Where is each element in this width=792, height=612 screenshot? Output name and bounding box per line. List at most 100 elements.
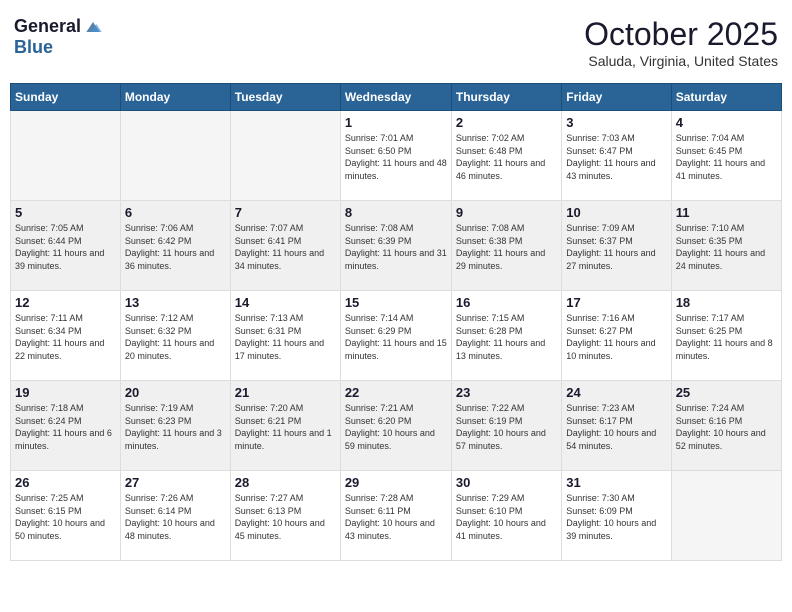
day-number: 25 [676, 385, 777, 400]
day-info: Sunrise: 7:15 AM Sunset: 6:28 PM Dayligh… [456, 312, 557, 362]
col-sunday: Sunday [11, 84, 121, 111]
day-info: Sunrise: 7:05 AM Sunset: 6:44 PM Dayligh… [15, 222, 116, 272]
day-number: 31 [566, 475, 666, 490]
table-row [671, 471, 781, 561]
day-number: 30 [456, 475, 557, 490]
day-number: 3 [566, 115, 666, 130]
day-info: Sunrise: 7:26 AM Sunset: 6:14 PM Dayligh… [125, 492, 226, 542]
day-number: 2 [456, 115, 557, 130]
day-info: Sunrise: 7:17 AM Sunset: 6:25 PM Dayligh… [676, 312, 777, 362]
day-info: Sunrise: 7:08 AM Sunset: 6:39 PM Dayligh… [345, 222, 447, 272]
day-info: Sunrise: 7:19 AM Sunset: 6:23 PM Dayligh… [125, 402, 226, 452]
calendar-week-row: 12 Sunrise: 7:11 AM Sunset: 6:34 PM Dayli… [11, 291, 782, 381]
title-section: October 2025 Saluda, Virginia, United St… [584, 16, 778, 69]
day-number: 24 [566, 385, 666, 400]
table-row [230, 111, 340, 201]
day-info: Sunrise: 7:16 AM Sunset: 6:27 PM Dayligh… [566, 312, 666, 362]
table-row: 9Sunrise: 7:08 AM Sunset: 6:38 PM Daylig… [451, 201, 561, 291]
day-number: 4 [676, 115, 777, 130]
day-info: Sunrise: 7:09 AM Sunset: 6:37 PM Dayligh… [566, 222, 666, 272]
logo: General Blue [14, 16, 103, 58]
table-row [120, 111, 230, 201]
day-info: Sunrise: 7:07 AM Sunset: 6:41 PM Dayligh… [235, 222, 336, 272]
day-number: 21 [235, 385, 336, 400]
table-row: 17Sunrise: 7:16 AM Sunset: 6:27 PM Dayli… [562, 291, 671, 381]
day-number: 27 [125, 475, 226, 490]
logo-icon [83, 17, 103, 37]
day-number: 19 [15, 385, 116, 400]
table-row: 6 Sunrise: 7:06 AM Sunset: 6:42 PM Daylig… [120, 201, 230, 291]
calendar-header-row: Sunday Monday Tuesday Wednesday Thursday… [11, 84, 782, 111]
day-number: 6 [125, 205, 226, 220]
day-info: Sunrise: 7:21 AM Sunset: 6:20 PM Dayligh… [345, 402, 447, 452]
calendar-week-row: 26Sunrise: 7:25 AM Sunset: 6:15 PM Dayli… [11, 471, 782, 561]
day-info: Sunrise: 7:08 AM Sunset: 6:38 PM Dayligh… [456, 222, 557, 272]
table-row: 12 Sunrise: 7:11 AM Sunset: 6:34 PM Dayli… [11, 291, 121, 381]
day-info: Sunrise: 7:04 AM Sunset: 6:45 PM Dayligh… [676, 132, 777, 182]
table-row: 22 Sunrise: 7:21 AM Sunset: 6:20 PM Dayli… [340, 381, 451, 471]
day-info: Sunrise: 7:06 AM Sunset: 6:42 PM Dayligh… [125, 222, 226, 272]
table-row: 26Sunrise: 7:25 AM Sunset: 6:15 PM Dayli… [11, 471, 121, 561]
day-number: 15 [345, 295, 447, 310]
table-row: 23 Sunrise: 7:22 AM Sunset: 6:19 PM Dayli… [451, 381, 561, 471]
day-number: 28 [235, 475, 336, 490]
col-tuesday: Tuesday [230, 84, 340, 111]
calendar-week-row: 19 Sunrise: 7:18 AM Sunset: 6:24 PM Dayli… [11, 381, 782, 471]
day-info: Sunrise: 7:18 AM Sunset: 6:24 PM Dayligh… [15, 402, 116, 452]
table-row: 3 Sunrise: 7:03 AM Sunset: 6:47 PM Daylig… [562, 111, 671, 201]
table-row: 11Sunrise: 7:10 AM Sunset: 6:35 PM Dayli… [671, 201, 781, 291]
table-row [11, 111, 121, 201]
day-number: 12 [15, 295, 116, 310]
col-saturday: Saturday [671, 84, 781, 111]
day-info: Sunrise: 7:13 AM Sunset: 6:31 PM Dayligh… [235, 312, 336, 362]
logo-general: General [14, 16, 81, 37]
day-number: 26 [15, 475, 116, 490]
table-row: 16 Sunrise: 7:15 AM Sunset: 6:28 PM Dayli… [451, 291, 561, 381]
table-row: 31Sunrise: 7:30 AM Sunset: 6:09 PM Dayli… [562, 471, 671, 561]
col-friday: Friday [562, 84, 671, 111]
table-row: 13Sunrise: 7:12 AM Sunset: 6:32 PM Dayli… [120, 291, 230, 381]
logo-blue: Blue [14, 37, 53, 58]
table-row: 1 Sunrise: 7:01 AM Sunset: 6:50 PM Daylig… [340, 111, 451, 201]
day-number: 10 [566, 205, 666, 220]
day-info: Sunrise: 7:01 AM Sunset: 6:50 PM Dayligh… [345, 132, 447, 182]
day-number: 29 [345, 475, 447, 490]
table-row: 30Sunrise: 7:29 AM Sunset: 6:10 PM Dayli… [451, 471, 561, 561]
day-info: Sunrise: 7:10 AM Sunset: 6:35 PM Dayligh… [676, 222, 777, 272]
table-row: 4 Sunrise: 7:04 AM Sunset: 6:45 PM Daylig… [671, 111, 781, 201]
table-row: 15 Sunrise: 7:14 AM Sunset: 6:29 PM Dayli… [340, 291, 451, 381]
col-thursday: Thursday [451, 84, 561, 111]
day-info: Sunrise: 7:28 AM Sunset: 6:11 PM Dayligh… [345, 492, 447, 542]
col-wednesday: Wednesday [340, 84, 451, 111]
day-info: Sunrise: 7:20 AM Sunset: 6:21 PM Dayligh… [235, 402, 336, 452]
table-row: 24 Sunrise: 7:23 AM Sunset: 6:17 PM Dayli… [562, 381, 671, 471]
table-row: 28 Sunrise: 7:27 AM Sunset: 6:13 PM Dayli… [230, 471, 340, 561]
day-number: 20 [125, 385, 226, 400]
table-row: 21 Sunrise: 7:20 AM Sunset: 6:21 PM Dayli… [230, 381, 340, 471]
day-info: Sunrise: 7:03 AM Sunset: 6:47 PM Dayligh… [566, 132, 666, 182]
calendar-week-row: 5 Sunrise: 7:05 AM Sunset: 6:44 PM Daylig… [11, 201, 782, 291]
col-monday: Monday [120, 84, 230, 111]
day-number: 5 [15, 205, 116, 220]
table-row: 14Sunrise: 7:13 AM Sunset: 6:31 PM Dayli… [230, 291, 340, 381]
day-info: Sunrise: 7:12 AM Sunset: 6:32 PM Dayligh… [125, 312, 226, 362]
day-number: 22 [345, 385, 447, 400]
day-info: Sunrise: 7:23 AM Sunset: 6:17 PM Dayligh… [566, 402, 666, 452]
table-row: 25 Sunrise: 7:24 AM Sunset: 6:16 PM Dayli… [671, 381, 781, 471]
day-info: Sunrise: 7:22 AM Sunset: 6:19 PM Dayligh… [456, 402, 557, 452]
day-number: 1 [345, 115, 447, 130]
table-row: 29 Sunrise: 7:28 AM Sunset: 6:11 PM Dayli… [340, 471, 451, 561]
table-row: 18 Sunrise: 7:17 AM Sunset: 6:25 PM Dayli… [671, 291, 781, 381]
table-row: 8Sunrise: 7:08 AM Sunset: 6:39 PM Daylig… [340, 201, 451, 291]
day-info: Sunrise: 7:24 AM Sunset: 6:16 PM Dayligh… [676, 402, 777, 452]
day-number: 23 [456, 385, 557, 400]
day-number: 16 [456, 295, 557, 310]
page-header: General Blue October 2025 Saluda, Virgin… [10, 10, 782, 75]
table-row: 2Sunrise: 7:02 AM Sunset: 6:48 PM Daylig… [451, 111, 561, 201]
location: Saluda, Virginia, United States [584, 53, 778, 69]
day-info: Sunrise: 7:11 AM Sunset: 6:34 PM Dayligh… [15, 312, 116, 362]
day-number: 7 [235, 205, 336, 220]
day-info: Sunrise: 7:14 AM Sunset: 6:29 PM Dayligh… [345, 312, 447, 362]
day-number: 18 [676, 295, 777, 310]
day-info: Sunrise: 7:27 AM Sunset: 6:13 PM Dayligh… [235, 492, 336, 542]
